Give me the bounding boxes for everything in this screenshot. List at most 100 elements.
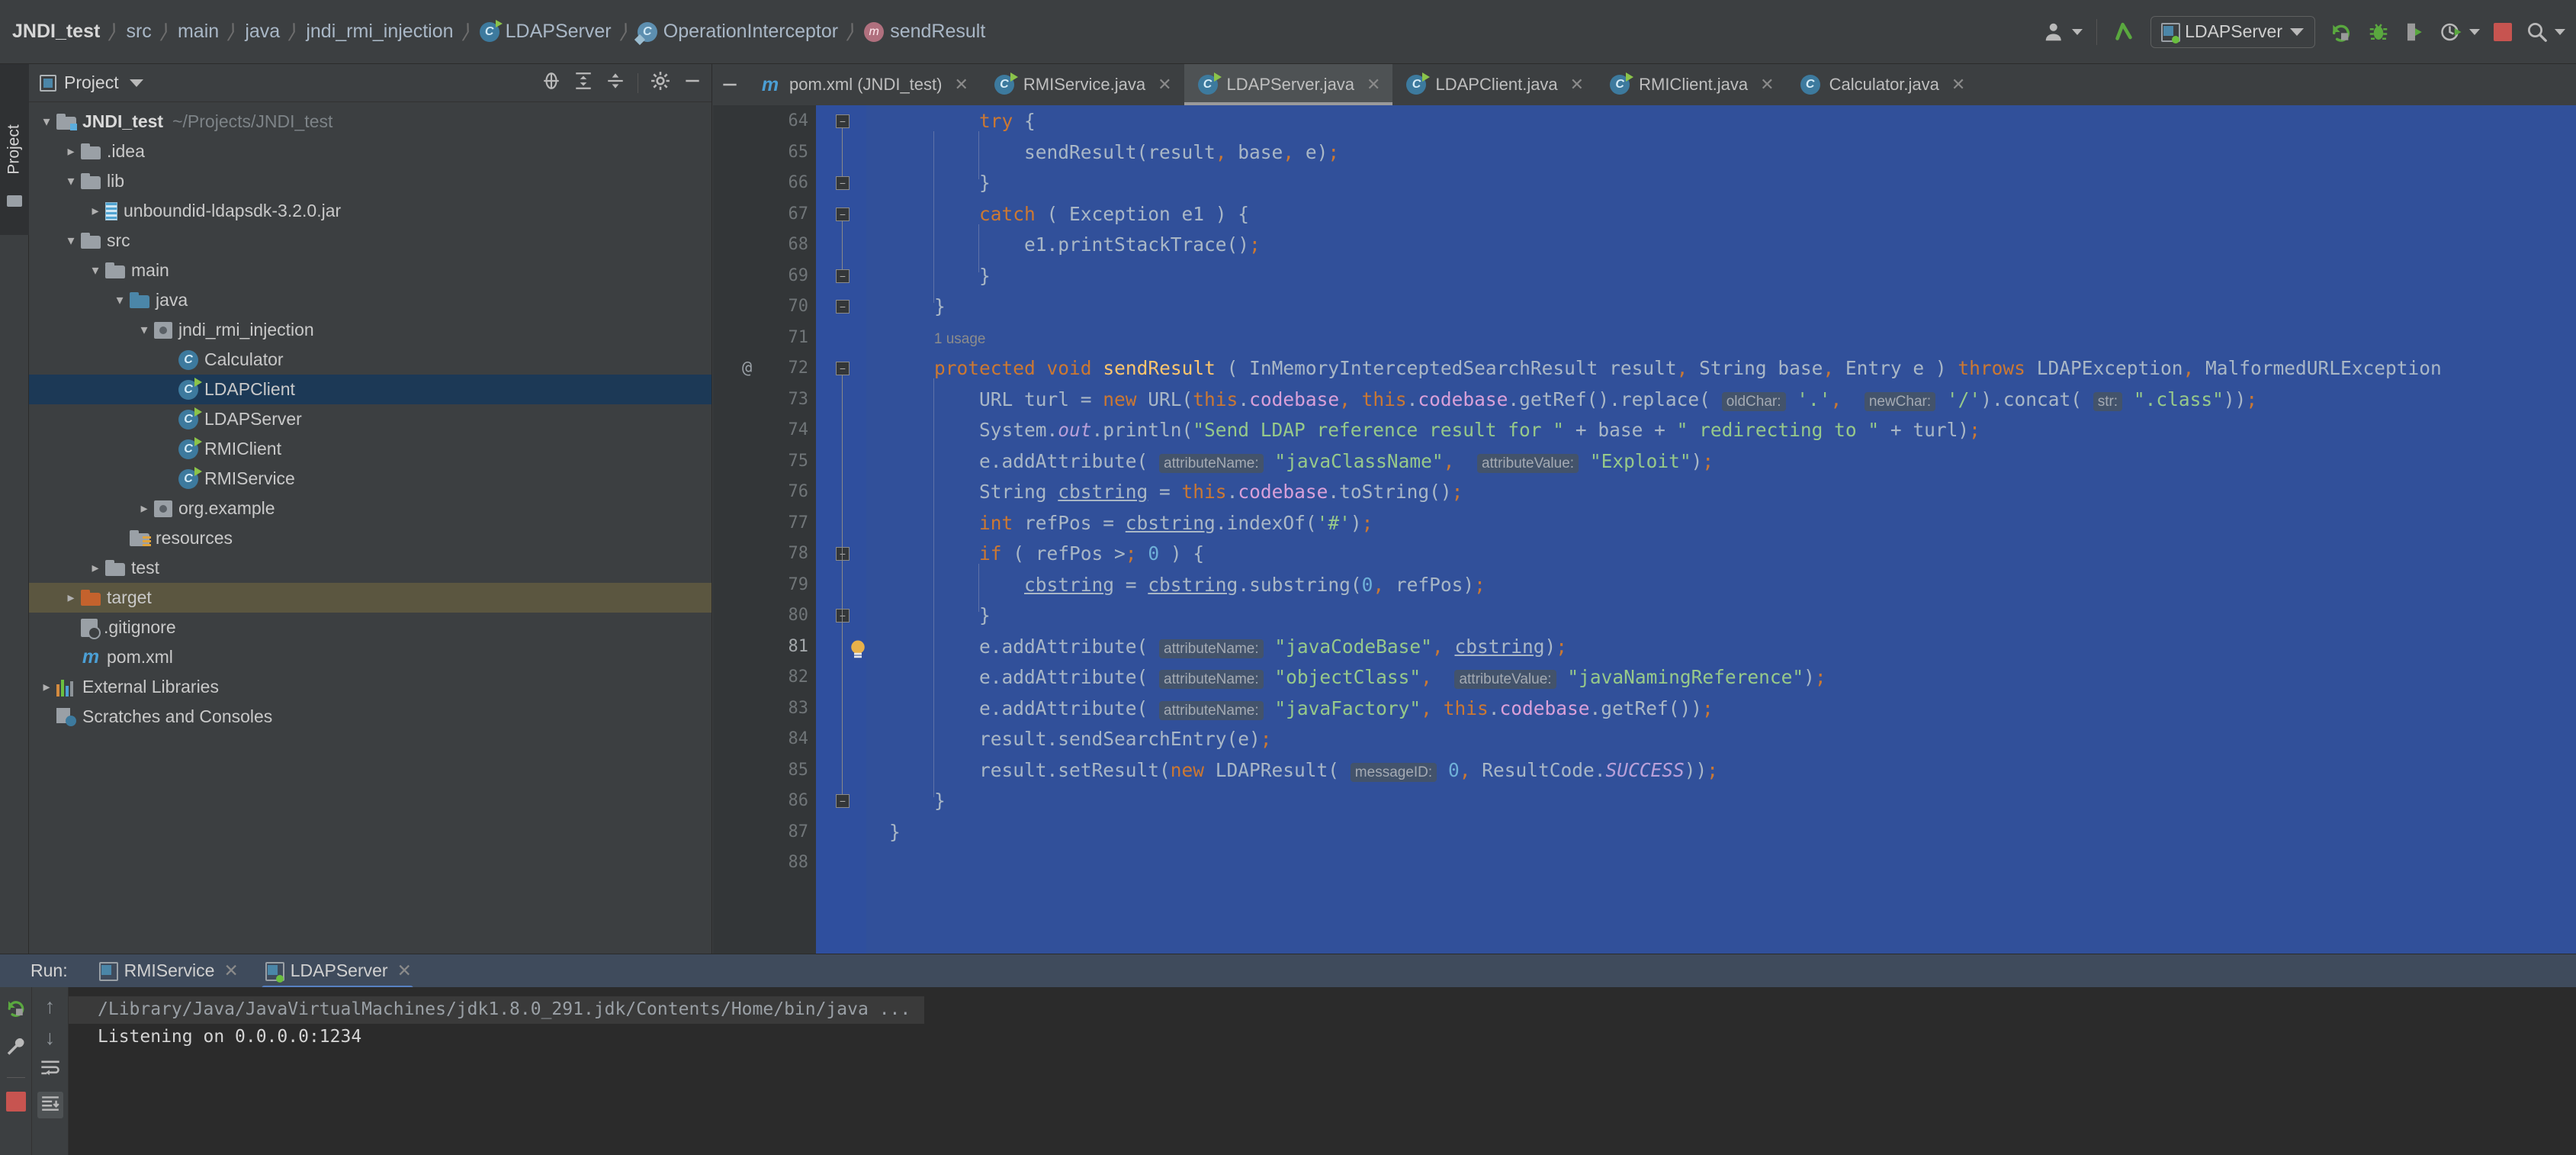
tree-item-src[interactable]: ▾ src	[29, 226, 711, 256]
close-icon[interactable]: ✕	[397, 960, 412, 981]
editor-fold-gutter[interactable]: − − − − − − − − −	[816, 105, 866, 954]
tree-item-pom-xml[interactable]: m pom.xml	[29, 642, 711, 672]
collapse-all-icon[interactable]	[605, 71, 625, 95]
editor-gutter[interactable]: 64 65 66 67 68 69 70 71 72 73 74 75 76 77 78 79 80 81 82 83…	[713, 105, 816, 954]
close-icon[interactable]: ✕	[223, 960, 238, 981]
fold-end-icon[interactable]: −	[836, 794, 850, 808]
soft-wrap-icon[interactable]	[40, 1059, 61, 1081]
tree-item-lib[interactable]: ▾ lib	[29, 166, 711, 196]
maven-icon: m	[761, 73, 779, 95]
tree-item-main[interactable]: ▾ main	[29, 256, 711, 285]
breadcrumb-item-inner-class[interactable]: C OperationInterceptor	[637, 21, 838, 43]
editor-tab-ldapclient[interactable]: C LDAPClient.java ✕	[1392, 64, 1596, 105]
fold-end-icon[interactable]: −	[836, 176, 850, 190]
tree-item-scratches-and-consoles[interactable]: Scratches and Consoles	[29, 702, 711, 732]
hide-editor-tabs-icon[interactable]	[713, 64, 747, 105]
run-configuration-selector[interactable]: LDAPServer	[2150, 15, 2315, 48]
scroll-to-end-icon[interactable]	[37, 1092, 63, 1118]
console-output[interactable]: /Library/Java/JavaVirtualMachines/jdk1.8…	[69, 987, 2576, 1155]
chevron-right-icon[interactable]: ▸	[61, 143, 81, 159]
fold-collapse-icon[interactable]: −	[836, 362, 850, 375]
editor-tab-rmiservice[interactable]: C RMIService.java ✕	[981, 64, 1184, 105]
chevron-right-icon[interactable]: ▸	[85, 203, 105, 219]
close-icon[interactable]: ✕	[954, 75, 968, 95]
wrench-settings-icon[interactable]	[5, 1037, 27, 1063]
fold-end-icon[interactable]: −	[836, 300, 850, 314]
editor-tab-ldapserver[interactable]: C LDAPServer.java ✕	[1184, 64, 1393, 105]
fold-collapse-icon[interactable]: −	[836, 207, 850, 221]
scroll-down-icon[interactable]: ↓	[45, 1028, 56, 1048]
editor-tab-calculator[interactable]: C Calculator.java ✕	[1787, 64, 1978, 105]
chevron-down-icon[interactable]: ▾	[134, 322, 154, 338]
debug-bug-icon[interactable]	[2367, 21, 2390, 43]
fold-collapse-icon[interactable]: −	[836, 114, 850, 128]
indent-guide	[933, 131, 934, 303]
breadcrumb-item-class[interactable]: C LDAPServer	[479, 19, 612, 43]
chevron-right-icon[interactable]: ▸	[61, 590, 81, 606]
chevron-down-icon[interactable]	[129, 79, 143, 87]
code-text[interactable]: try { sendResult(result, base, e); } cat…	[851, 105, 2576, 954]
tree-item-target[interactable]: ▸ target	[29, 583, 711, 613]
tree-item-calculator[interactable]: C Calculator	[29, 345, 711, 375]
chevron-down-icon[interactable]: ▾	[61, 173, 81, 189]
expand-all-icon[interactable]	[573, 71, 593, 95]
tree-item-jndi-test[interactable]: ▾ JNDI_test ~/Projects/JNDI_test	[29, 107, 711, 137]
tree-item-org-example[interactable]: ▸ org.example	[29, 494, 711, 523]
tree-item-jndi-rmi-injection[interactable]: ▾ jndi_rmi_injection	[29, 315, 711, 345]
hide-icon[interactable]	[683, 71, 702, 95]
chevron-down-icon[interactable]: ▾	[110, 292, 130, 308]
fold-end-icon[interactable]: −	[836, 269, 850, 283]
close-icon[interactable]: ✕	[1570, 75, 1584, 95]
close-icon[interactable]: ✕	[1951, 75, 1965, 95]
run-tab-ldapserver[interactable]: LDAPServer ✕	[251, 954, 424, 991]
intention-bulb-icon[interactable]	[848, 639, 868, 661]
tree-item-rmiclient[interactable]: C RMIClient	[29, 434, 711, 464]
tree-item-test[interactable]: ▸ test	[29, 553, 711, 583]
gear-icon[interactable]	[650, 71, 670, 95]
stop-icon[interactable]	[2494, 22, 2512, 41]
tree-item-java[interactable]: ▾ java	[29, 285, 711, 315]
breadcrumb-item-method[interactable]: m sendResult	[864, 21, 985, 43]
editor-tab-pom-xml[interactable]: m pom.xml (JNDI_test) ✕	[747, 64, 981, 105]
breadcrumb-item-src[interactable]: src	[126, 21, 151, 43]
scroll-up-icon[interactable]: ↑	[45, 996, 56, 1017]
search-everywhere-icon[interactable]	[2526, 21, 2565, 43]
close-icon[interactable]: ✕	[1760, 75, 1774, 95]
tree-item-ldapclient[interactable]: C LDAPClient	[29, 375, 711, 404]
close-icon[interactable]: ✕	[1158, 75, 1171, 95]
rerun-icon[interactable]	[5, 996, 27, 1023]
rerun-icon[interactable]	[2329, 20, 2353, 44]
tree-item-rmiservice[interactable]: C RMIService	[29, 464, 711, 494]
fold-collapse-icon[interactable]: −	[836, 547, 850, 561]
coverage-icon[interactable]	[2404, 21, 2427, 43]
editor-tab-rmiclient[interactable]: C RMIClient.java ✕	[1596, 64, 1786, 105]
fold-end-icon[interactable]: −	[836, 609, 850, 623]
profiler-icon[interactable]	[2440, 21, 2480, 43]
override-annotation-marker[interactable]: @	[742, 359, 752, 378]
run-tab-rmiservice[interactable]: RMIService ✕	[85, 954, 251, 988]
breadcrumb-item-package[interactable]: jndi_rmi_injection	[306, 21, 453, 43]
chevron-right-icon[interactable]: ▸	[85, 560, 105, 576]
tree-item-idea[interactable]: ▸ .idea	[29, 137, 711, 166]
tree-item-external-libraries[interactable]: ▸ External Libraries	[29, 672, 711, 702]
tool-window-button-project[interactable]: Project	[0, 64, 29, 235]
chevron-down-icon[interactable]: ▾	[85, 262, 105, 278]
tree-item-unboundid-ldapsdk-3-2-0-jar[interactable]: ▸ unboundid-ldapsdk-3.2.0.jar	[29, 196, 711, 226]
breadcrumb-item-java[interactable]: java	[245, 21, 280, 43]
inlay-usage-count[interactable]: 1 usage	[934, 331, 986, 348]
chevron-right-icon[interactable]: ▸	[134, 500, 154, 516]
locate-icon[interactable]	[541, 71, 561, 95]
tree-item-resources[interactable]: resources	[29, 523, 711, 553]
user-avatar-icon[interactable]	[2043, 21, 2083, 43]
chevron-down-icon[interactable]: ▾	[61, 233, 81, 249]
code-editor[interactable]: 64 65 66 67 68 69 70 71 72 73 74 75 76 77 78 79 80 81 82 83…	[713, 105, 2576, 954]
chevron-right-icon[interactable]: ▸	[37, 679, 56, 695]
close-icon[interactable]: ✕	[1367, 75, 1380, 95]
stop-icon[interactable]	[5, 1092, 26, 1112]
breadcrumb-item-project[interactable]: JNDI_test	[12, 21, 100, 43]
tree-item-gitignore[interactable]: .gitignore	[29, 613, 711, 642]
tree-item-ldapserver[interactable]: C LDAPServer	[29, 404, 711, 434]
chevron-down-icon[interactable]: ▾	[37, 114, 56, 130]
updates-arrow-icon[interactable]	[2111, 19, 2137, 45]
breadcrumb-item-main[interactable]: main	[178, 21, 219, 43]
